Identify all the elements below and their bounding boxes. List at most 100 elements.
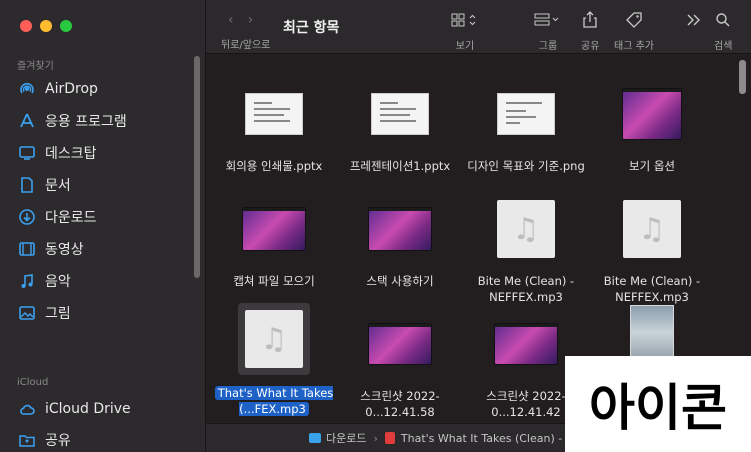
grid-view-icon [451, 10, 479, 30]
sidebar-item-icloud-drive[interactable]: iCloud Drive [18, 397, 131, 421]
close-button[interactable] [20, 20, 32, 32]
sidebar-scrollbar[interactable] [194, 56, 200, 278]
screenshot-thumbnail-icon [368, 323, 432, 365]
group-button[interactable]: 그룹 [534, 10, 562, 52]
path-segment-file[interactable]: That's What It Takes (Clean) - N [384, 431, 574, 445]
nav-arrows: ‹ › [228, 12, 253, 28]
sidebar-item-label: 음악 [45, 274, 71, 290]
screenshot-thumbnail-icon [622, 88, 682, 140]
pictures-icon [18, 304, 36, 322]
icloud-header: iCloud [17, 377, 49, 388]
favorites-header: 즐겨찾기 [17, 61, 54, 72]
group-label: 그룹 [538, 41, 558, 52]
zoom-button[interactable] [60, 20, 72, 32]
sidebar-item-desktop[interactable]: 데스크탑 [18, 141, 97, 165]
view-button[interactable]: 보기 [451, 10, 479, 52]
file-item-selected[interactable]: ♫ That's What It Takes (...FEX.mp3 [214, 303, 334, 417]
file-item[interactable]: 스크린샷 2022-0...12.41.58 [340, 310, 460, 420]
file-thumbnail [490, 80, 562, 148]
tag-label: 태그 추가 [614, 41, 654, 52]
sidebar-item-applications[interactable]: 응용 프로그램 [18, 109, 127, 133]
sidebar-item-documents[interactable]: 문서 [18, 173, 71, 197]
caption-overlay: 아이콘 [565, 356, 751, 452]
forward-arrow-icon[interactable]: › [248, 12, 254, 28]
file-item[interactable]: 디자인 목표와 기준.png [466, 80, 586, 174]
file-item[interactable]: ♫ Bite Me (Clean) - NEFFEX.mp3 [592, 195, 712, 305]
screenshot-thumbnail-icon [368, 207, 432, 251]
screenshot-thumbnail-icon [242, 207, 306, 251]
window-controls [20, 20, 72, 32]
sidebar-item-label: 동영상 [45, 242, 84, 258]
file-thumbnail: ♫ [238, 303, 310, 375]
view-label: 보기 [455, 41, 475, 52]
tag-button[interactable]: 태그 추가 [614, 10, 654, 52]
sidebar-item-label: 문서 [45, 178, 71, 194]
minimize-button[interactable] [40, 20, 52, 32]
file-item[interactable]: 프레젠테이션1.pptx [340, 80, 460, 174]
file-name: 디자인 목표와 기준.png [467, 159, 585, 173]
tag-icon [625, 10, 643, 30]
share-button[interactable]: 공유 [581, 10, 599, 52]
screenshot-thumbnail-icon [494, 323, 558, 365]
sidebar-item-label: 데스크탑 [45, 146, 97, 162]
sidebar-item-music[interactable]: 음악 [18, 269, 71, 293]
file-item[interactable]: 캡쳐 파일 모으기 [214, 195, 334, 289]
music-icon [18, 272, 36, 290]
audio-file-icon [384, 432, 395, 444]
file-thumbnail [238, 195, 310, 263]
share-icon [582, 10, 598, 30]
nav-label: 뒤로/앞으로 [221, 40, 271, 51]
file-thumbnail [490, 310, 562, 378]
sidebar: 즐겨찾기 AirDrop 응용 프로그램 데스크탑 문서 다운로드 동영상 음악… [0, 0, 206, 452]
applications-icon [18, 112, 36, 130]
toolbar: ‹ › 뒤로/앞으로 최근 항목 보기 그룹 공유 태그 추가 검색 [206, 0, 751, 54]
file-thumbnail [238, 80, 310, 148]
image-thumbnail-icon [497, 93, 555, 135]
sidebar-item-label: 다운로드 [45, 210, 97, 226]
sidebar-item-shared[interactable]: 공유 [18, 428, 71, 452]
back-arrow-icon[interactable]: ‹ [228, 12, 234, 28]
file-name: 스택 사용하기 [366, 274, 434, 288]
desktop-icon [18, 144, 36, 162]
file-item[interactable]: 보기 옵션 [592, 80, 712, 174]
document-thumbnail-icon [371, 93, 429, 135]
download-icon [18, 208, 36, 226]
sidebar-item-label: 응용 프로그램 [45, 114, 127, 130]
file-thumbnail [364, 195, 436, 263]
file-name: 스크린샷 2022-0...12.41.58 [360, 389, 440, 419]
cloud-icon [18, 400, 36, 418]
file-thumbnail: ♫ [490, 195, 562, 263]
file-thumbnail [364, 310, 436, 378]
music-note-icon: ♫ [245, 310, 303, 368]
search-button[interactable]: 검색 [714, 10, 732, 52]
file-thumbnail [364, 80, 436, 148]
file-item[interactable]: 회의용 인쇄물.pptx [214, 80, 334, 174]
sidebar-item-airdrop[interactable]: AirDrop [18, 77, 98, 101]
sidebar-item-downloads[interactable]: 다운로드 [18, 205, 97, 229]
file-name: Bite Me (Clean) - NEFFEX.mp3 [477, 274, 575, 304]
airdrop-icon [18, 80, 36, 98]
sidebar-item-label: 공유 [45, 433, 71, 449]
sidebar-item-label: iCloud Drive [45, 401, 131, 417]
search-label: 검색 [714, 41, 733, 52]
document-thumbnail-icon [245, 93, 303, 135]
sidebar-item-pictures[interactable]: 그림 [18, 301, 71, 325]
file-name: 보기 옵션 [629, 159, 675, 173]
file-item[interactable]: ♫ Bite Me (Clean) - NEFFEX.mp3 [466, 195, 586, 305]
path-segment-folder[interactable]: 다운로드 [309, 430, 366, 446]
chevron-right-icon: › [373, 431, 378, 445]
page-title: 최근 항목 [283, 20, 340, 36]
sidebar-item-movies[interactable]: 동영상 [18, 237, 84, 261]
file-name: 캡쳐 파일 모으기 [233, 274, 315, 288]
path-file-label: That's What It Takes (Clean) - N [400, 431, 574, 445]
file-name: That's What It Takes (...FEX.mp3 [214, 385, 334, 417]
more-toolbar-button[interactable] [686, 10, 702, 30]
file-item[interactable]: 스택 사용하기 [340, 195, 460, 289]
content-scrollbar[interactable] [739, 60, 746, 94]
double-chevron-icon [686, 10, 702, 30]
shared-folder-icon [18, 431, 36, 449]
sidebar-item-label: AirDrop [45, 81, 98, 97]
folder-icon [309, 433, 321, 443]
movies-icon [18, 240, 36, 258]
group-icon [534, 10, 562, 30]
